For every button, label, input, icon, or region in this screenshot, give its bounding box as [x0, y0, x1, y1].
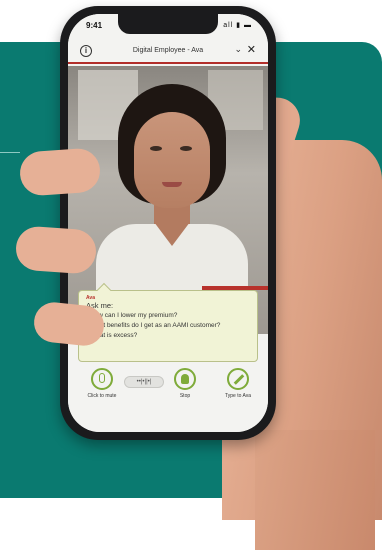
status-time: 9:41	[86, 21, 103, 30]
status-icons: all ▮ ▬	[223, 22, 252, 29]
chat-suggestion[interactable]: - What benefits do I get as an AAMI cust…	[86, 321, 250, 331]
type-button[interactable]: Type to Ava	[218, 368, 258, 399]
microphone-icon	[91, 368, 113, 390]
accent-line	[0, 152, 20, 153]
waveform-indicator: ••|•||•|	[124, 376, 164, 388]
phone-screen: 9:41 all ▮ ▬ i Digital Employee - Ava ⌄ …	[68, 14, 268, 432]
chat-line: Ask me:	[86, 301, 114, 310]
chat-bubble: Ava Ask me: - How can I lower my premium…	[78, 282, 258, 362]
mute-button[interactable]: Click to mute	[82, 368, 122, 399]
phone-frame: 9:41 all ▮ ▬ i Digital Employee - Ava ⌄ …	[60, 6, 276, 440]
app-header: i Digital Employee - Ava ⌄ ✕	[68, 40, 268, 64]
chat-suggestion[interactable]: - What is excess?	[86, 331, 250, 341]
chat-suggestion[interactable]: - How can I lower my premium?	[86, 311, 250, 321]
avatar-eye	[150, 146, 162, 151]
hand-finger	[18, 147, 102, 197]
hand-finger	[14, 225, 98, 275]
stop-label: Stop	[179, 393, 191, 399]
hand-wrist	[255, 430, 375, 550]
stop-icon	[174, 368, 196, 390]
chevron-down-icon[interactable]: ⌄	[234, 44, 242, 55]
close-icon[interactable]: ✕	[247, 43, 256, 56]
status-bar: 9:41 all ▮ ▬	[68, 14, 268, 40]
type-label: Type to Ava	[224, 393, 252, 399]
controls-bar: Click to mute ••|•||•| Stop Type to Ava	[68, 364, 268, 432]
avatar-mouth	[162, 182, 182, 187]
avatar-face	[134, 112, 210, 208]
pencil-icon	[227, 368, 249, 390]
notch	[118, 14, 218, 34]
mute-label: Click to mute	[87, 393, 117, 399]
avatar-eye	[180, 146, 192, 151]
stop-button[interactable]: Stop	[170, 368, 200, 399]
